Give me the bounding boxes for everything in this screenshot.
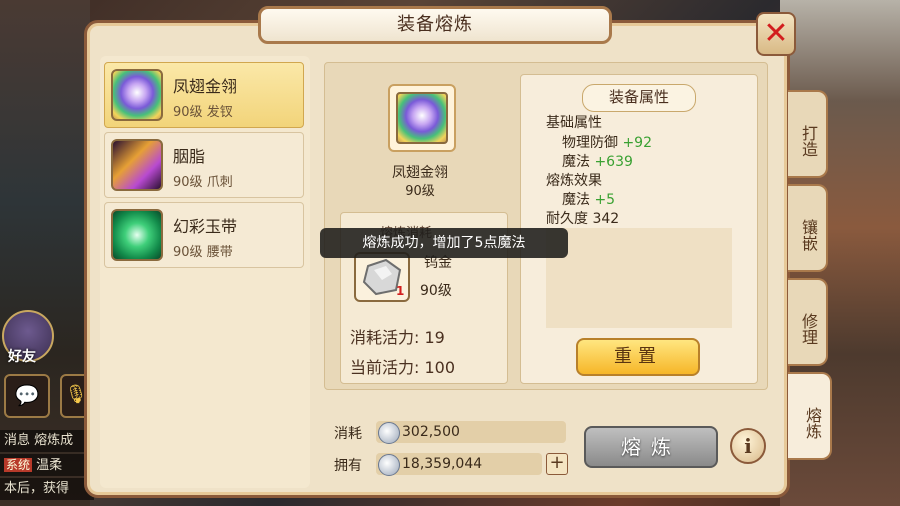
close-icon: ✕ (763, 16, 789, 51)
chat-text: 本后，获得 (4, 481, 70, 496)
own-value-bar: 18,359,044 (376, 453, 542, 476)
silver-coin-icon (378, 454, 400, 476)
own-label: 拥有 (334, 458, 362, 474)
equipment-meta: 90级 发钗 (173, 101, 233, 120)
selected-equipment-name: 凤翅金翎 (392, 165, 448, 181)
tab-forge[interactable]: 打造 (788, 90, 828, 178)
attr-value: +92 (622, 135, 652, 151)
attribute-title: 装备属性 (582, 84, 696, 112)
chat-channel: 消息 (4, 433, 31, 448)
toast-message: 熔炼成功，增加了5点魔法 (320, 228, 568, 258)
chat-text: 温柔 (36, 458, 63, 473)
reset-button[interactable]: 重置 (576, 338, 700, 376)
chat-message[interactable]: 本后，获得 (0, 478, 94, 500)
base-attr-row: 魔法 +639 (562, 151, 633, 171)
attribute-empty-area (546, 228, 732, 328)
base-attr-title: 基础属性 (546, 115, 602, 131)
selected-equipment-slot[interactable] (388, 84, 456, 152)
info-button[interactable]: i (730, 428, 766, 464)
attr-value: +5 (594, 192, 616, 208)
equipment-list-item[interactable]: 幻彩玉带 90级 腰带 (104, 202, 304, 268)
equipment-list-item[interactable]: 胭脂 90级 爪刺 (104, 132, 304, 198)
close-button[interactable]: ✕ (756, 12, 796, 56)
flower-hairpin-icon (396, 92, 448, 144)
cost-value-bar: 302,500 (376, 421, 566, 444)
attr-name: 魔法 (562, 154, 590, 170)
vitality-cost: 消耗活力: 19 (350, 324, 445, 348)
equipment-name: 胭脂 (173, 147, 206, 166)
equipment-level: 90级 (173, 175, 203, 190)
selected-equipment-level: 90级 (405, 184, 435, 199)
smelt-attr-title: 熔炼效果 (546, 173, 602, 189)
flower-hairpin-icon (111, 69, 163, 121)
equipment-meta: 90级 腰带 (173, 241, 233, 260)
own-value: 18,359,044 (402, 456, 483, 472)
vitality-current: 当前活力: 100 (350, 354, 455, 378)
attr-value: +639 (594, 154, 633, 170)
cost-value: 302,500 (402, 424, 460, 440)
chat-text: 熔炼成 (34, 433, 74, 448)
cost-label: 消耗 (334, 426, 362, 442)
equipment-slot: 发钗 (206, 105, 233, 120)
tab-repair[interactable]: 修理 (788, 278, 828, 366)
material-level: 90级 (420, 283, 452, 299)
equipment-level: 90级 (173, 105, 203, 120)
durability-row: 耐久度 342 (546, 208, 619, 228)
smelt-button[interactable]: 熔炼 (584, 426, 718, 468)
durability-value: 342 (592, 211, 620, 227)
equipment-name: 幻彩玉带 (173, 217, 238, 236)
tab-inlay[interactable]: 镶嵌 (788, 184, 828, 272)
equipment-slot: 腰带 (206, 245, 233, 260)
vitality-cost-label: 消耗活力: (350, 328, 420, 347)
material-count: 1 (396, 284, 405, 298)
attribute-title-text: 装备属性 (608, 88, 669, 106)
friend-label[interactable]: 好友 (8, 346, 36, 366)
equipment-meta: 90级 爪刺 (173, 171, 233, 190)
window-title: 装备熔炼 (258, 6, 612, 44)
vitality-cost-value: 19 (424, 328, 445, 347)
equipment-name: 凤翅金翎 (173, 77, 238, 96)
window-title-text: 装备熔炼 (397, 14, 473, 35)
base-attr-row: 物理防御 +92 (562, 132, 652, 152)
attr-name: 魔法 (562, 192, 590, 208)
chat-message[interactable]: 系统 温柔 (0, 454, 94, 476)
jade-belt-icon (111, 209, 163, 261)
equipment-level: 90级 (173, 245, 203, 260)
vitality-current-label: 当前活力: (350, 358, 420, 377)
chat-channel: 系统 (4, 458, 33, 472)
silver-coin-icon (378, 422, 400, 444)
add-money-button[interactable]: + (546, 453, 568, 475)
equipment-slot: 爪刺 (206, 175, 233, 190)
vitality-current-value: 100 (424, 358, 456, 377)
smelt-attr-row: 魔法 +5 (562, 189, 615, 209)
claw-weapon-icon (111, 139, 163, 191)
chat-icon[interactable]: 💬 (4, 374, 50, 418)
equipment-list: 凤翅金翎 90级 发钗 胭脂 90级 爪刺 幻彩玉带 90级 腰带 (100, 56, 310, 488)
chat-message[interactable]: 消息 熔炼成 (0, 430, 94, 452)
tab-smelt[interactable]: 熔炼 (788, 372, 832, 460)
durability-label: 耐久度 (546, 211, 588, 227)
attr-name: 物理防御 (562, 135, 618, 151)
equipment-list-item[interactable]: 凤翅金翎 90级 发钗 (104, 62, 304, 128)
